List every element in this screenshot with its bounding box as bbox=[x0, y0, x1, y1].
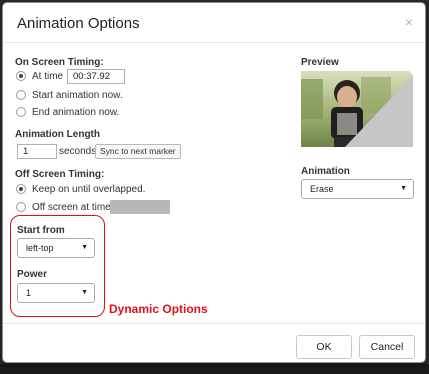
animation-length-heading: Animation Length bbox=[15, 129, 100, 140]
dialog-title: Animation Options bbox=[17, 15, 140, 32]
radio-keep-on-label: Keep on until overlapped. bbox=[32, 183, 146, 195]
radio-off-screen-label: Off screen at time bbox=[32, 201, 111, 213]
off-screen-timing-heading: Off Screen Timing: bbox=[15, 169, 105, 180]
radio-start-now-label: Start animation now. bbox=[32, 89, 123, 101]
radio-end-now-label: End animation now. bbox=[32, 106, 120, 118]
radio-at-time-button[interactable] bbox=[16, 71, 26, 81]
animation-value: Erase bbox=[310, 184, 334, 194]
radio-start-now-button[interactable] bbox=[16, 90, 26, 100]
radio-at-time-label: At time bbox=[32, 70, 64, 82]
animation-label: Animation bbox=[301, 166, 350, 177]
radio-keep-on-button[interactable] bbox=[16, 184, 26, 194]
cancel-button[interactable]: Cancel bbox=[359, 335, 415, 359]
background-strip bbox=[0, 364, 429, 374]
animation-options-dialog: Animation Options × On Screen Timing: At… bbox=[2, 2, 426, 363]
power-select[interactable]: 1 ▼ bbox=[17, 283, 95, 303]
chevron-down-icon: ▼ bbox=[81, 244, 88, 251]
ok-button[interactable]: OK bbox=[296, 335, 352, 359]
radio-at-time[interactable]: At time bbox=[16, 69, 63, 83]
start-from-value: left-top bbox=[26, 243, 54, 253]
chevron-down-icon: ▼ bbox=[400, 185, 407, 192]
radio-end-now[interactable]: End animation now. bbox=[16, 105, 119, 119]
on-screen-timing-heading: On Screen Timing: bbox=[15, 57, 104, 68]
off-screen-time-input bbox=[110, 200, 170, 214]
chevron-down-icon: ▼ bbox=[81, 289, 88, 296]
time-input[interactable]: 00:37.92 bbox=[67, 69, 125, 84]
start-from-label: Start from bbox=[17, 225, 65, 236]
dialog-footer: OK Cancel bbox=[3, 323, 425, 363]
radio-off-screen[interactable]: Off screen at time bbox=[16, 200, 111, 214]
power-value: 1 bbox=[26, 288, 32, 298]
sync-to-next-marker-button[interactable]: Sync to next marker bbox=[95, 144, 181, 159]
radio-keep-on[interactable]: Keep on until overlapped. bbox=[16, 182, 145, 196]
dialog-header: Animation Options × bbox=[3, 3, 425, 43]
length-unit-label: seconds bbox=[59, 146, 97, 157]
dynamic-options-annotation: Dynamic Options bbox=[109, 302, 208, 316]
radio-off-screen-button[interactable] bbox=[16, 202, 26, 212]
animation-select[interactable]: Erase ▼ bbox=[301, 179, 414, 199]
close-icon[interactable]: × bbox=[405, 14, 413, 30]
preview-label: Preview bbox=[301, 57, 339, 68]
radio-end-now-button[interactable] bbox=[16, 107, 26, 117]
radio-start-now[interactable]: Start animation now. bbox=[16, 88, 123, 102]
preview-image bbox=[301, 71, 413, 147]
start-from-select[interactable]: left-top ▼ bbox=[17, 238, 95, 258]
power-label: Power bbox=[17, 269, 48, 280]
length-input[interactable]: 1 bbox=[17, 144, 57, 159]
